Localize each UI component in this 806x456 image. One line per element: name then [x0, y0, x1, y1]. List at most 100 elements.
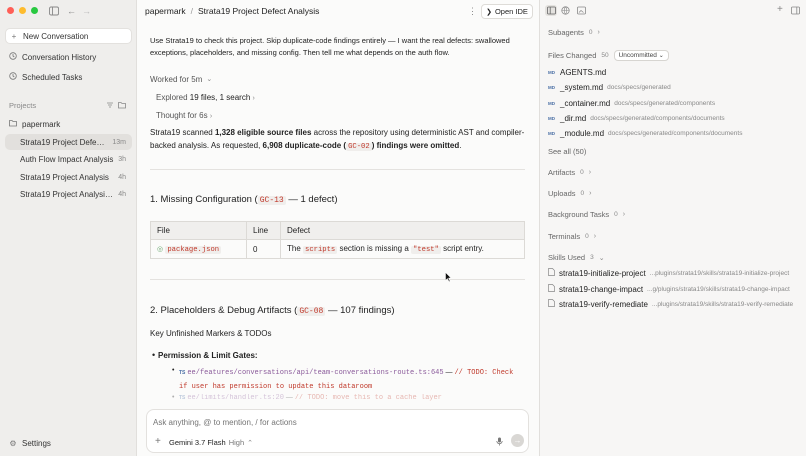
- summary-text: .: [459, 140, 462, 150]
- new-conversation-button[interactable]: + New Conversation: [5, 28, 132, 44]
- send-button[interactable]: →: [511, 434, 524, 447]
- divider: [150, 279, 525, 280]
- section-heading: 1. Missing Configuration (GC-13 — 1 defe…: [150, 194, 337, 205]
- document-icon: [548, 299, 555, 309]
- gear-icon: ⚙: [9, 438, 17, 448]
- more-options-icon[interactable]: ⋮: [468, 6, 477, 17]
- forward-arrow-icon[interactable]: →: [82, 6, 91, 16]
- uncommitted-filter[interactable]: Uncommitted ⌄: [613, 50, 669, 61]
- file-name[interactable]: package.json: [165, 246, 222, 254]
- md-file-icon: MD: [548, 131, 555, 136]
- skill-name: strata19-initialize-project: [559, 268, 646, 278]
- file-name: _module.md: [560, 129, 605, 138]
- conversation-history-link[interactable]: Conversation History: [5, 49, 132, 65]
- back-arrow-icon[interactable]: ←: [67, 6, 76, 16]
- section-count: 0: [614, 211, 618, 218]
- sidebar-conversation-item[interactable]: Strata19 Project Analysis 4h: [5, 169, 132, 185]
- image-icon[interactable]: [577, 6, 586, 17]
- breadcrumb-root[interactable]: papermark: [145, 6, 186, 16]
- worked-for-toggle[interactable]: Worked for 5m ⌄: [150, 74, 525, 87]
- skill-item[interactable]: strata19-verify-remediate ...plugins/str…: [548, 299, 793, 309]
- subagents-section[interactable]: Subagents 0 ›: [548, 28, 600, 37]
- file-path: docs/specs/generated/components/document…: [590, 115, 725, 122]
- changed-file[interactable]: MD _container.md docs/specs/generated/co…: [548, 99, 715, 108]
- message-input[interactable]: [153, 415, 513, 429]
- ts-file-icon: TS: [179, 395, 186, 401]
- section-label: Uploads: [548, 189, 576, 198]
- terminals-section[interactable]: Terminals 0 ›: [548, 232, 596, 241]
- skill-name: strata19-verify-remediate: [559, 299, 648, 309]
- chevron-down-icon: ⌄: [598, 254, 605, 262]
- globe-icon[interactable]: [561, 6, 570, 17]
- conversation-title: Strata19 Project Analysis ...: [20, 189, 115, 199]
- right-panel: + Subagents 0 › Files Changed 50 Uncommi…: [539, 0, 806, 456]
- uploads-section[interactable]: Uploads 0 ›: [548, 189, 592, 198]
- model-selector[interactable]: Gemini 3.7 Flash High ⌃: [169, 438, 253, 447]
- todo-item: TS ee/features/conversations/api/team-co…: [179, 366, 524, 394]
- todo-path[interactable]: ee/features/conversations/api/team-conve…: [187, 369, 443, 377]
- project-folder[interactable]: papermark: [5, 116, 132, 132]
- attach-plus-icon[interactable]: +: [155, 436, 161, 447]
- chevron-right-icon: ›: [209, 113, 213, 120]
- section-heading: 2. Placeholders & Debug Artifacts (GC-08…: [150, 305, 395, 316]
- rule-code: GC-02: [346, 142, 372, 151]
- sidebar-conversation-item[interactable]: Auth Flow Impact Analysis 3h: [5, 151, 132, 167]
- ide-icon: ❯: [486, 8, 492, 16]
- minimize-window-button[interactable]: [19, 7, 26, 14]
- filter-icon[interactable]: [106, 101, 114, 113]
- column-header: Line: [246, 221, 281, 240]
- close-window-button[interactable]: [7, 7, 14, 14]
- thought-toggle[interactable]: Thought for 6s ›: [156, 110, 531, 124]
- scheduled-tasks-link[interactable]: Scheduled Tasks: [5, 69, 132, 85]
- changed-file[interactable]: MD _system.md docs/specs/generated: [548, 83, 671, 92]
- user-message-text: Use Strata19 to check this project. Skip…: [150, 36, 510, 57]
- chevron-up-icon: ⌃: [247, 439, 254, 447]
- changed-file[interactable]: MD AGENTS.md: [548, 68, 606, 77]
- project-name: papermark: [22, 119, 61, 129]
- see-all-link[interactable]: See all (50): [548, 147, 586, 156]
- changed-file[interactable]: MD _module.md docs/specs/generated/compo…: [548, 129, 742, 138]
- section-label: Skills Used: [548, 253, 586, 262]
- zoom-window-button[interactable]: [31, 7, 38, 14]
- conversation-history-label: Conversation History: [22, 52, 97, 62]
- section-count: 3: [590, 254, 594, 261]
- background-tasks-section[interactable]: Background Tasks 0 ›: [548, 210, 625, 219]
- sidebar-conversation-item[interactable]: Strata19 Project Analysis ... 4h: [5, 186, 132, 202]
- md-file-icon: MD: [548, 85, 555, 90]
- defect-text: The: [287, 244, 304, 253]
- ts-file-icon: TS: [179, 370, 186, 376]
- heading-text: — 107 findings): [325, 305, 395, 316]
- new-folder-icon[interactable]: [118, 101, 126, 113]
- open-ide-button[interactable]: ❯ Open IDE: [481, 4, 533, 19]
- heading-text: 1. Missing Configuration (: [150, 194, 258, 205]
- section-count: 0: [585, 233, 589, 240]
- skill-name: strata19-change-impact: [559, 284, 644, 294]
- panel-layout-icon[interactable]: [547, 6, 556, 17]
- microphone-icon[interactable]: [496, 437, 503, 448]
- md-file-icon: MD: [548, 116, 555, 121]
- explored-toggle[interactable]: Explored 19 files, 1 search ›: [156, 92, 531, 106]
- skill-path: ...plugins/strata19/skills/strata19-veri…: [651, 300, 794, 308]
- clock-icon: [9, 72, 17, 82]
- files-changed-section[interactable]: Files Changed 50 Uncommitted ⌄: [548, 50, 669, 61]
- document-icon: [548, 284, 555, 294]
- panel-toggle-icon[interactable]: [791, 6, 800, 17]
- rule-code: GC-13: [257, 196, 286, 205]
- todo-path[interactable]: ee/limits/handler.ts:20: [187, 394, 284, 402]
- table-row: ◎ package.json 0 The scripts section is …: [150, 239, 525, 259]
- inline-code: scripts: [303, 246, 338, 254]
- conversation-age: 3h: [118, 155, 126, 163]
- skills-used-section[interactable]: Skills Used 3 ⌄: [548, 253, 605, 262]
- changed-file[interactable]: MD _dir.md docs/specs/generated/componen…: [548, 114, 725, 123]
- sidebar-toggle-icon[interactable]: [49, 6, 59, 18]
- settings-link[interactable]: ⚙ Settings: [5, 435, 132, 451]
- todo-item: TS ee/limits/handler.ts:20 — // TODO: mo…: [179, 392, 524, 402]
- sidebar-conversation-item[interactable]: Strata19 Project Defect ... 13m: [5, 134, 132, 150]
- skill-item[interactable]: strata19-change-impact ...g/plugins/stra…: [548, 284, 790, 294]
- app-window: ← → + New Conversation Conversation Hist…: [0, 0, 806, 456]
- add-tab-icon[interactable]: +: [777, 5, 783, 15]
- file-status-icon: ◎: [157, 246, 164, 253]
- artifacts-section[interactable]: Artifacts 0 ›: [548, 168, 591, 177]
- skill-item[interactable]: strata19-initialize-project ...plugins/s…: [548, 268, 789, 278]
- divider: [150, 169, 525, 170]
